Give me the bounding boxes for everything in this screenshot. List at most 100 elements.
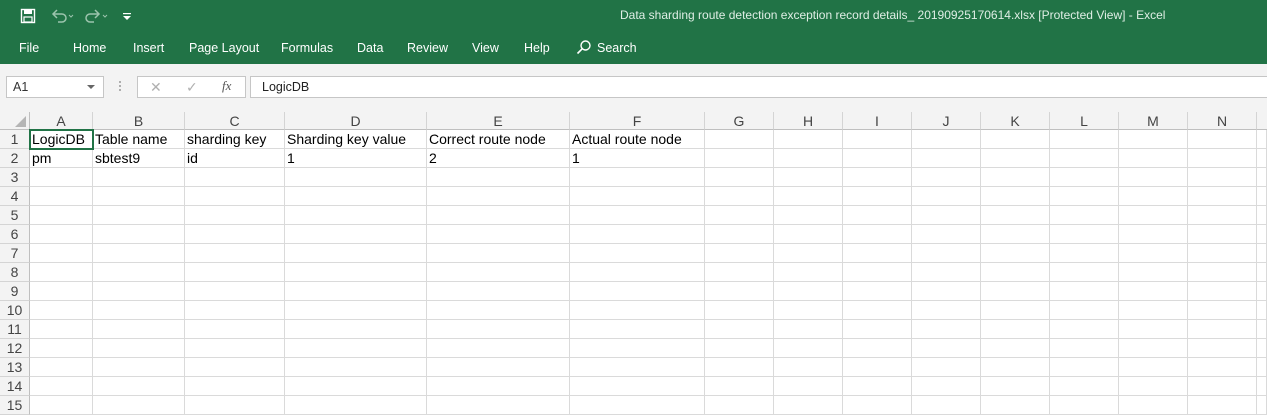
cell[interactable] <box>570 396 705 415</box>
cell[interactable] <box>185 377 285 396</box>
cell[interactable]: pm <box>30 149 93 168</box>
cell[interactable] <box>1257 149 1267 168</box>
cell[interactable] <box>843 396 912 415</box>
cell[interactable] <box>1119 263 1188 282</box>
cell[interactable] <box>843 206 912 225</box>
cell[interactable] <box>981 244 1050 263</box>
cell[interactable] <box>912 225 981 244</box>
cell[interactable] <box>774 168 843 187</box>
cell[interactable] <box>981 187 1050 206</box>
cell[interactable] <box>774 358 843 377</box>
cell[interactable] <box>1257 377 1267 396</box>
cell[interactable] <box>1050 263 1119 282</box>
column-header-c[interactable]: C <box>185 112 285 130</box>
cell[interactable] <box>843 358 912 377</box>
row-header-5[interactable]: 5 <box>0 206 30 225</box>
cell[interactable] <box>1050 377 1119 396</box>
cell[interactable] <box>185 301 285 320</box>
cell[interactable] <box>285 282 427 301</box>
cell[interactable] <box>570 320 705 339</box>
cell[interactable] <box>93 168 185 187</box>
cell[interactable] <box>843 149 912 168</box>
cell[interactable] <box>30 320 93 339</box>
column-header-n[interactable]: N <box>1188 112 1257 130</box>
cell[interactable] <box>185 187 285 206</box>
cell[interactable] <box>1050 206 1119 225</box>
cell[interactable] <box>427 301 570 320</box>
cell[interactable]: sharding key <box>185 130 285 149</box>
customize-qat-icon[interactable] <box>122 7 132 25</box>
cell[interactable] <box>1257 168 1267 187</box>
cell[interactable] <box>185 263 285 282</box>
cell[interactable] <box>1050 244 1119 263</box>
cell[interactable] <box>285 206 427 225</box>
cell[interactable] <box>1119 301 1188 320</box>
cell[interactable] <box>1119 282 1188 301</box>
cell[interactable] <box>912 168 981 187</box>
cell[interactable] <box>705 263 774 282</box>
splitter-handle[interactable] <box>118 79 122 93</box>
cell[interactable] <box>912 206 981 225</box>
cell[interactable] <box>981 206 1050 225</box>
cell[interactable] <box>30 187 93 206</box>
tab-page-layout[interactable]: Page Layout <box>189 41 259 55</box>
cell[interactable] <box>30 282 93 301</box>
cell[interactable] <box>981 377 1050 396</box>
cell[interactable] <box>93 339 185 358</box>
cell[interactable] <box>427 282 570 301</box>
cell[interactable] <box>774 282 843 301</box>
cell[interactable] <box>912 244 981 263</box>
cell[interactable] <box>1257 130 1267 149</box>
cell[interactable] <box>843 282 912 301</box>
tab-home[interactable]: Home <box>73 41 106 55</box>
cell[interactable] <box>1257 187 1267 206</box>
cell[interactable] <box>774 339 843 358</box>
cell[interactable] <box>705 339 774 358</box>
column-header-h[interactable]: H <box>774 112 843 130</box>
cell[interactable] <box>774 263 843 282</box>
cell[interactable] <box>912 301 981 320</box>
cell[interactable] <box>912 130 981 149</box>
row-header-2[interactable]: 2 <box>0 149 30 168</box>
cell[interactable] <box>1050 225 1119 244</box>
cell[interactable] <box>570 339 705 358</box>
cell[interactable] <box>570 377 705 396</box>
cell[interactable] <box>285 168 427 187</box>
cell[interactable] <box>285 263 427 282</box>
cell[interactable] <box>570 168 705 187</box>
cell[interactable] <box>185 168 285 187</box>
cell[interactable] <box>30 263 93 282</box>
cell[interactable] <box>30 244 93 263</box>
cell[interactable] <box>843 377 912 396</box>
cell[interactable] <box>1050 130 1119 149</box>
cell[interactable] <box>93 225 185 244</box>
cell[interactable] <box>774 130 843 149</box>
cell[interactable] <box>1050 187 1119 206</box>
cell[interactable] <box>774 377 843 396</box>
cell[interactable] <box>1257 263 1267 282</box>
column-header-f[interactable]: F <box>570 112 705 130</box>
column-header-d[interactable]: D <box>285 112 427 130</box>
cell[interactable] <box>1119 244 1188 263</box>
cell[interactable] <box>427 377 570 396</box>
cell[interactable] <box>1050 339 1119 358</box>
cell[interactable]: id <box>185 149 285 168</box>
cell[interactable] <box>705 225 774 244</box>
cell[interactable] <box>1050 282 1119 301</box>
cell[interactable] <box>1119 149 1188 168</box>
cell[interactable] <box>705 206 774 225</box>
cell[interactable] <box>1188 396 1257 415</box>
cell[interactable] <box>981 225 1050 244</box>
tab-view[interactable]: View <box>472 41 499 55</box>
cell[interactable] <box>185 206 285 225</box>
cell[interactable] <box>1050 149 1119 168</box>
cell[interactable] <box>843 225 912 244</box>
cell[interactable] <box>705 244 774 263</box>
cell[interactable] <box>912 263 981 282</box>
cell[interactable] <box>93 396 185 415</box>
cell[interactable] <box>843 168 912 187</box>
cell[interactable] <box>93 358 185 377</box>
cell[interactable] <box>427 187 570 206</box>
cell[interactable] <box>427 206 570 225</box>
cell[interactable] <box>981 339 1050 358</box>
